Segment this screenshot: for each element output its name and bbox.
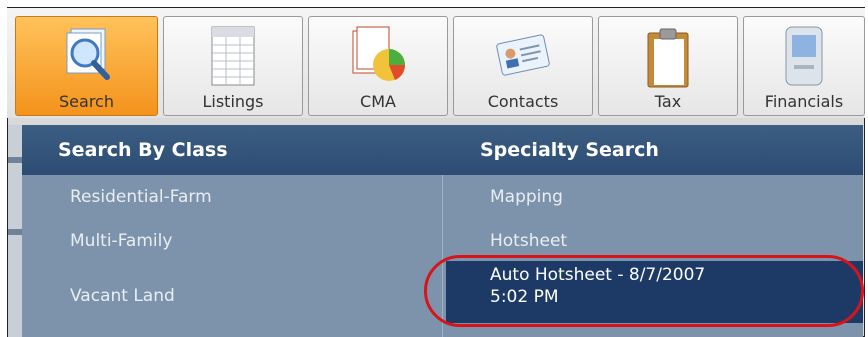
tax-clipboard-icon (644, 25, 692, 93)
tab-listings[interactable]: Listings (163, 16, 303, 116)
contacts-card-icon (491, 25, 555, 89)
main-toolbar: Search Listings CMA Contacts Tax Financi… (7, 8, 865, 118)
menu-item-hotsheet[interactable]: Hotsheet (490, 231, 567, 251)
cma-pie-chart-icon (347, 25, 409, 91)
tab-financials[interactable]: Financials (743, 16, 865, 116)
tab-financials-label: Financials (764, 92, 844, 111)
red-annotation-ring (424, 255, 864, 327)
tab-tax-label: Tax (654, 92, 682, 111)
tab-tax[interactable]: Tax (598, 16, 738, 116)
menu-header: Search By Class Specialty Search (22, 125, 863, 175)
specialty-search-heading: Specialty Search (480, 139, 659, 161)
tab-contacts[interactable]: Contacts (453, 16, 593, 116)
menu-item-vacant-land[interactable]: Vacant Land (70, 286, 175, 306)
tab-search[interactable]: Search (15, 16, 158, 116)
background-window-strip (8, 125, 22, 337)
tab-listings-label: Listings (202, 92, 264, 111)
tab-cma[interactable]: CMA (308, 16, 448, 116)
tab-cma-label: CMA (360, 92, 396, 111)
menu-item-mapping[interactable]: Mapping (490, 187, 563, 207)
menu-item-multi-family[interactable]: Multi-Family (70, 231, 172, 251)
search-by-class-heading: Search By Class (58, 139, 228, 161)
menu-item-residential-farm[interactable]: Residential-Farm (70, 187, 212, 207)
financials-pda-icon (782, 25, 826, 91)
tab-search-label: Search (59, 92, 114, 111)
tab-contacts-label: Contacts (487, 92, 559, 111)
search-magnifier-icon (57, 25, 117, 89)
listings-sheet-icon (208, 25, 258, 91)
